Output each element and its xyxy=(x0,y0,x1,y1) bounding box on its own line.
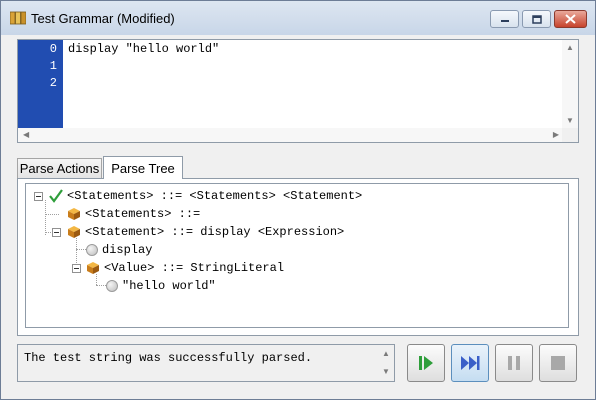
scroll-left-icon[interactable]: ◀ xyxy=(23,131,29,139)
tree-connector xyxy=(45,214,59,216)
minimize-button[interactable] xyxy=(490,10,519,28)
tree-collapse-toggle[interactable] xyxy=(52,228,61,237)
tree-node-label: <Statements> ::= xyxy=(85,207,201,221)
window-title: Test Grammar (Modified) xyxy=(31,11,175,26)
tab-parse-tree[interactable]: Parse Tree xyxy=(103,156,183,179)
app-window: Test Grammar (Modified) 0 1 2 display "h… xyxy=(0,0,596,400)
tree-node-label: "hello world" xyxy=(122,279,216,293)
editor-horizontal-scrollbar[interactable]: ◀ ▶ xyxy=(18,128,564,142)
tree-connector xyxy=(96,285,106,287)
minimize-icon xyxy=(500,20,509,22)
tree-collapse-toggle[interactable] xyxy=(34,192,43,201)
editor-vertical-scrollbar[interactable]: ▲ ▼ xyxy=(562,40,578,129)
pause-button[interactable] xyxy=(495,344,533,382)
tree-node[interactable]: <Statement> ::= display <Expression> xyxy=(67,223,344,241)
tree-node-label: <Value> ::= StringLiteral xyxy=(104,261,285,275)
line-number: 1 xyxy=(49,59,57,73)
parse-tree[interactable]: <Statements> ::= <Statements> <Statement… xyxy=(25,183,569,328)
scroll-down-icon[interactable]: ▼ xyxy=(566,117,574,125)
tree-connector xyxy=(45,232,51,234)
status-message-box: The test string was successfully parsed.… xyxy=(17,344,395,382)
circle-icon xyxy=(86,244,98,256)
title-bar[interactable]: Test Grammar (Modified) xyxy=(1,1,595,35)
grammar-book-icon xyxy=(10,11,26,25)
status-message: The test string was successfully parsed. xyxy=(24,351,313,365)
code-line[interactable]: display "hello world" xyxy=(68,42,219,56)
line-number: 0 xyxy=(49,42,57,56)
circle-icon xyxy=(106,280,118,292)
tree-node-label: <Statements> ::= <Statements> <Statement… xyxy=(67,189,363,203)
tab-parse-actions[interactable]: Parse Actions xyxy=(17,158,102,178)
scroll-up-icon[interactable]: ▲ xyxy=(566,44,574,52)
tree-node[interactable]: <Statements> ::= <Statements> <Statement… xyxy=(49,187,362,205)
line-number-gutter: 0 1 2 xyxy=(18,40,63,129)
close-icon xyxy=(565,14,576,24)
play-step-icon xyxy=(419,356,433,370)
parse-tree-panel: <Statements> ::= <Statements> <Statement… xyxy=(17,178,579,336)
pause-icon xyxy=(508,356,520,370)
tree-node-label: <Statement> ::= display <Expression> xyxy=(85,225,345,239)
cube-icon xyxy=(68,208,80,220)
tree-connector xyxy=(45,200,47,235)
scrollbar-corner xyxy=(562,128,578,142)
stop-icon xyxy=(551,356,565,370)
maximize-icon xyxy=(531,14,542,24)
stop-button[interactable] xyxy=(539,344,577,382)
tree-connector xyxy=(76,249,86,251)
tree-collapse-toggle[interactable] xyxy=(72,264,81,273)
tree-node[interactable]: display xyxy=(86,241,152,259)
check-icon xyxy=(49,189,63,203)
close-button[interactable] xyxy=(554,10,587,28)
fast-forward-icon xyxy=(461,356,480,370)
parse-run-button[interactable] xyxy=(451,344,489,382)
maximize-button[interactable] xyxy=(522,10,551,28)
cube-icon xyxy=(68,226,80,238)
status-scrollbar[interactable]: ▲ ▼ xyxy=(378,345,394,381)
scroll-up-icon[interactable]: ▲ xyxy=(382,350,390,358)
tree-node[interactable]: <Value> ::= StringLiteral xyxy=(86,259,284,277)
line-number: 2 xyxy=(49,76,57,90)
scroll-right-icon[interactable]: ▶ xyxy=(553,131,559,139)
tree-node[interactable]: <Statements> ::= xyxy=(67,205,200,223)
tree-node-label: display xyxy=(102,243,153,257)
parse-step-button[interactable] xyxy=(407,344,445,382)
code-editor[interactable]: 0 1 2 display "hello world" ▲ ▼ ◀ ▶ xyxy=(17,39,579,143)
scroll-down-icon[interactable]: ▼ xyxy=(382,368,390,376)
tree-node[interactable]: "hello world" xyxy=(106,277,216,295)
cube-icon xyxy=(87,262,99,274)
